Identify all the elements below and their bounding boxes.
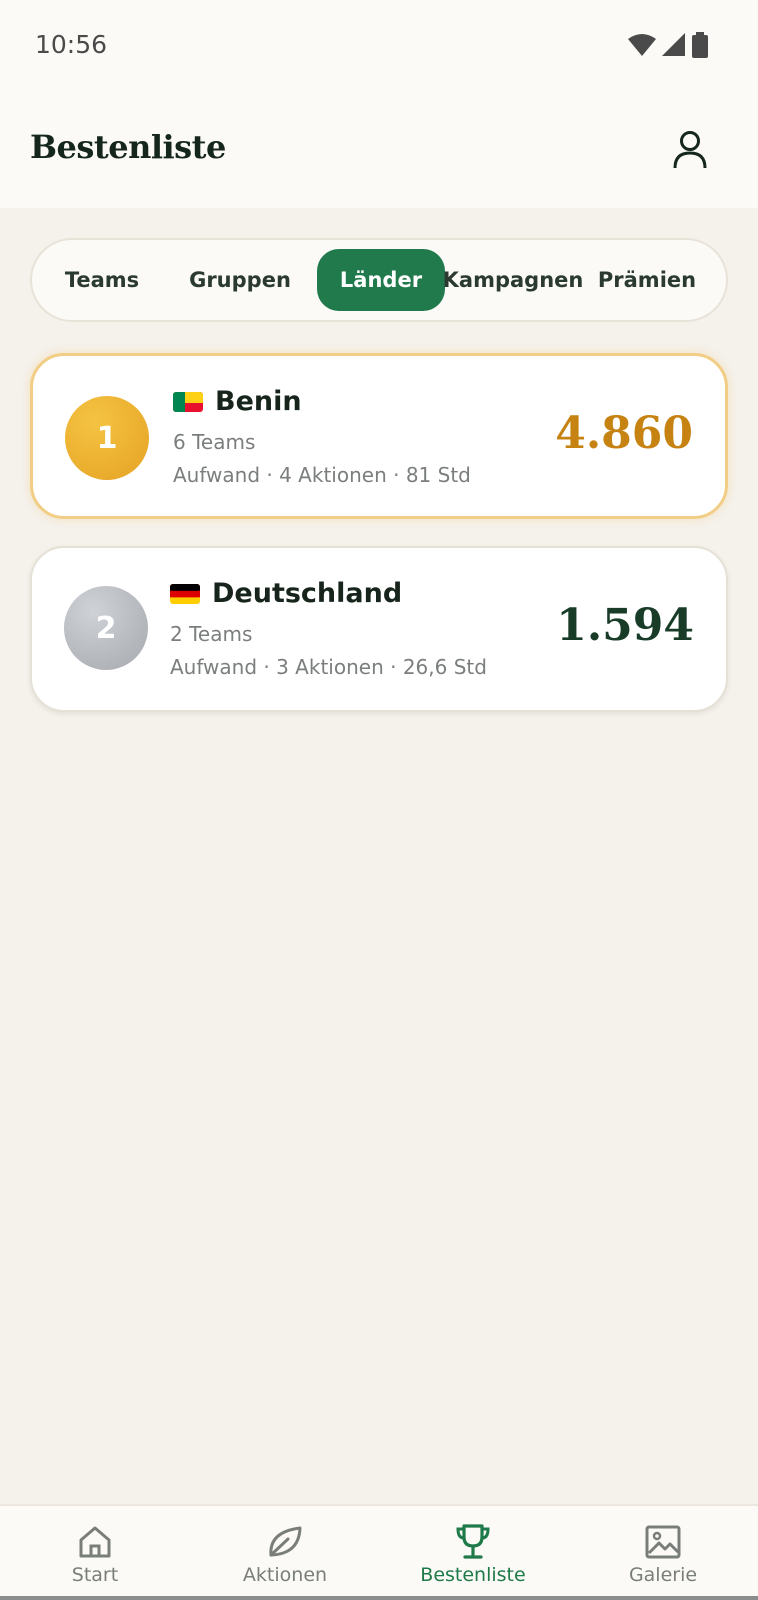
- nav-label: Bestenliste: [420, 1564, 526, 1586]
- tab-laender[interactable]: Länder: [317, 249, 445, 311]
- score-value: 4.860: [555, 408, 693, 459]
- status-time: 10:56: [35, 30, 108, 59]
- nav-bestenliste[interactable]: Bestenliste: [378, 1506, 568, 1598]
- tab-gruppen[interactable]: Gruppen: [180, 249, 300, 311]
- home-icon: [75, 1522, 115, 1562]
- cellular-signal-icon: [662, 33, 685, 56]
- image-icon: [643, 1522, 683, 1562]
- nav-aktionen[interactable]: Aktionen: [190, 1506, 380, 1598]
- effort-summary: Aufwand · 3 Aktionen · 26,6 Std: [170, 655, 487, 679]
- country-name: Benin: [215, 386, 302, 417]
- nav-start[interactable]: Start: [0, 1506, 190, 1598]
- tab-teams[interactable]: Teams: [46, 249, 158, 311]
- team-count: 6 Teams: [173, 430, 256, 454]
- nav-label: Aktionen: [242, 1564, 328, 1586]
- tab-praemien[interactable]: Prämien: [592, 249, 702, 311]
- country-line: Benin: [173, 386, 302, 417]
- benin-flag-icon: [173, 391, 203, 412]
- battery-icon: [692, 32, 708, 58]
- rank-badge: 2: [64, 586, 148, 670]
- status-bar: 10:56: [0, 0, 758, 92]
- trophy-icon: [453, 1522, 493, 1562]
- system-navigation-bar: [0, 1596, 758, 1600]
- rank-badge: 1: [65, 396, 149, 480]
- user-icon: [673, 131, 707, 169]
- leaf-icon: [265, 1522, 305, 1562]
- bottom-navigation: Start Aktionen Bestenliste Galerie: [0, 1504, 758, 1600]
- score-value: 1.594: [556, 600, 694, 651]
- tab-kampagnen[interactable]: Kampagnen: [443, 249, 584, 311]
- profile-button[interactable]: [672, 130, 708, 170]
- tab-bar: Teams Gruppen Länder Kampagnen Prämien: [30, 238, 728, 322]
- page-title: Bestenliste: [30, 128, 226, 166]
- effort-summary: Aufwand · 4 Aktionen · 81 Std: [173, 463, 471, 487]
- leaderboard-card-1[interactable]: 1 Benin 6 Teams Aufwand · 4 Aktionen · 8…: [30, 353, 728, 519]
- germany-flag-icon: [170, 583, 200, 604]
- country-name: Deutschland: [212, 578, 403, 609]
- leaderboard-card-2[interactable]: 2 Deutschland 2 Teams Aufwand · 3 Aktion…: [30, 546, 728, 712]
- nav-label: Start: [71, 1564, 119, 1586]
- status-icons: [628, 32, 708, 58]
- country-line: Deutschland: [170, 578, 402, 609]
- nav-galerie[interactable]: Galerie: [568, 1506, 758, 1598]
- team-count: 2 Teams: [170, 622, 253, 646]
- header: Bestenliste: [0, 92, 758, 208]
- nav-label: Galerie: [628, 1564, 698, 1586]
- wifi-icon: [628, 34, 656, 56]
